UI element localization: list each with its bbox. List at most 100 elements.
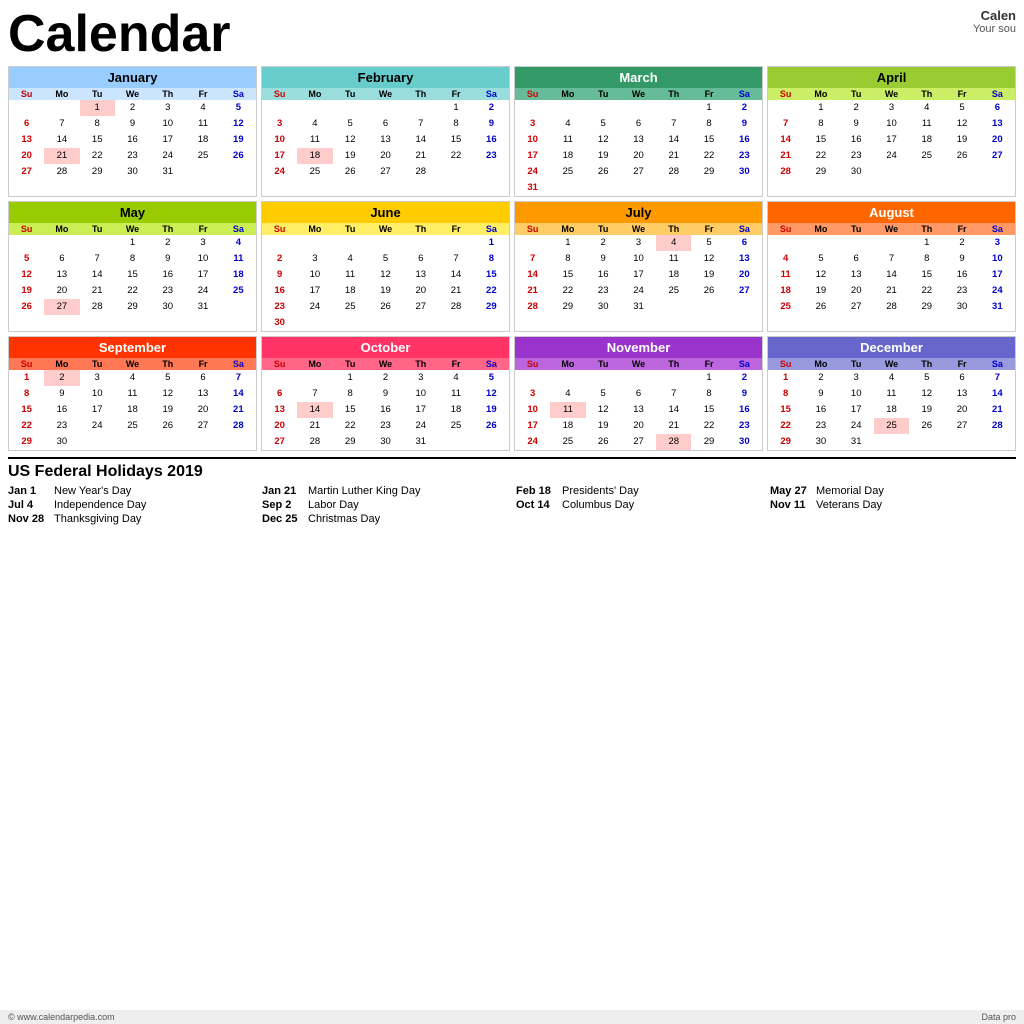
day-cell: 12: [368, 267, 403, 283]
days-header-dec: SuMoTuWeThFrSa: [768, 358, 1015, 370]
holiday-item: Oct 14Columbus Day: [516, 499, 762, 511]
day-header-cell: We: [115, 358, 150, 370]
day-cell: 22: [474, 283, 509, 299]
day-header-cell: Fr: [185, 223, 220, 235]
holiday-item: Dec 25Christmas Day: [262, 513, 508, 525]
day-cell: 28: [768, 164, 803, 180]
day-cell: [515, 370, 550, 386]
day-cell: 29: [768, 434, 803, 450]
holiday-date: Jul 4: [8, 499, 48, 511]
day-cell: 20: [839, 283, 874, 299]
day-cell: 9: [474, 116, 509, 132]
month-block-jun: JuneSuMoTuWeThFrSa1234567891011121314151…: [261, 201, 510, 332]
day-cell: [474, 164, 509, 180]
day-cell: [44, 235, 79, 251]
day-cell: [944, 434, 979, 450]
day-cell: 20: [185, 402, 220, 418]
footer-url: © www.calendarpedia.com: [8, 1012, 115, 1022]
day-cell: 17: [80, 402, 115, 418]
day-header-cell: We: [368, 223, 403, 235]
day-header-cell: Mo: [803, 223, 838, 235]
day-header-cell: Mo: [550, 358, 585, 370]
day-cell: 15: [768, 402, 803, 418]
day-header-cell: Th: [656, 358, 691, 370]
holiday-name: Presidents' Day: [562, 485, 639, 497]
day-cell: 5: [221, 100, 256, 116]
day-cell: 26: [586, 434, 621, 450]
day-cell: 2: [262, 251, 297, 267]
day-cell: 26: [691, 283, 726, 299]
day-header-cell: Mo: [550, 223, 585, 235]
month-body-jan: 1234567891011121314151617181920212223242…: [9, 100, 256, 180]
day-cell: 1: [550, 235, 585, 251]
day-cell: 1: [691, 370, 726, 386]
days-header-may: SuMoTuWeThFrSa: [9, 223, 256, 235]
month-header-dec: December: [768, 337, 1015, 358]
day-cell: 28: [403, 164, 438, 180]
day-cell: 3: [980, 235, 1015, 251]
day-cell: 31: [150, 164, 185, 180]
day-cell: 26: [221, 148, 256, 164]
day-cell: [438, 164, 473, 180]
days-header-oct: SuMoTuWeThFrSa: [262, 358, 509, 370]
day-cell: [909, 164, 944, 180]
day-cell: 24: [515, 434, 550, 450]
day-cell: 16: [262, 283, 297, 299]
day-cell: 16: [803, 402, 838, 418]
day-cell: 4: [185, 100, 220, 116]
day-header-cell: Tu: [839, 223, 874, 235]
day-cell: 19: [150, 402, 185, 418]
day-header-cell: Fr: [944, 358, 979, 370]
day-cell: 18: [115, 402, 150, 418]
day-cell: 27: [368, 164, 403, 180]
day-cell: 17: [839, 402, 874, 418]
day-header-cell: Su: [9, 88, 44, 100]
month-block-jan: JanuarySuMoTuWeThFrSa1234567891011121314…: [8, 66, 257, 197]
day-header-cell: We: [621, 223, 656, 235]
day-cell: 11: [550, 132, 585, 148]
day-cell: 20: [944, 402, 979, 418]
day-cell: 13: [839, 267, 874, 283]
day-cell: 17: [980, 267, 1015, 283]
day-header-cell: Su: [262, 88, 297, 100]
day-cell: [368, 235, 403, 251]
day-cell: [403, 235, 438, 251]
day-cell: 23: [839, 148, 874, 164]
day-cell: 2: [944, 235, 979, 251]
day-cell: 21: [44, 148, 79, 164]
day-cell: 11: [221, 251, 256, 267]
day-cell: 10: [262, 132, 297, 148]
holidays-grid: Jan 1New Year's DayJan 21Martin Luther K…: [8, 485, 1016, 525]
site-tagline: Your sou: [973, 23, 1016, 35]
day-header-cell: Mo: [297, 88, 332, 100]
day-cell: [297, 100, 332, 116]
day-cell: 27: [621, 434, 656, 450]
day-cell: 19: [221, 132, 256, 148]
day-cell: 7: [221, 370, 256, 386]
day-header-cell: Tu: [333, 88, 368, 100]
day-cell: 3: [262, 116, 297, 132]
day-cell: 21: [768, 148, 803, 164]
day-cell: 30: [115, 164, 150, 180]
day-cell: 26: [368, 299, 403, 315]
day-cell: 28: [656, 434, 691, 450]
day-header-cell: Th: [150, 88, 185, 100]
day-cell: 16: [150, 267, 185, 283]
day-cell: 10: [515, 132, 550, 148]
day-cell: 30: [803, 434, 838, 450]
day-cell: 7: [768, 116, 803, 132]
day-cell: 27: [944, 418, 979, 434]
day-cell: [550, 100, 585, 116]
day-header-cell: Mo: [44, 223, 79, 235]
day-cell: 28: [874, 299, 909, 315]
day-cell: 25: [438, 418, 473, 434]
day-cell: 11: [768, 267, 803, 283]
day-cell: 19: [586, 418, 621, 434]
day-cell: 27: [403, 299, 438, 315]
day-cell: 23: [586, 283, 621, 299]
day-cell: 15: [550, 267, 585, 283]
day-cell: [185, 434, 220, 450]
day-cell: 19: [9, 283, 44, 299]
day-header-cell: Th: [150, 358, 185, 370]
day-cell: 30: [839, 164, 874, 180]
